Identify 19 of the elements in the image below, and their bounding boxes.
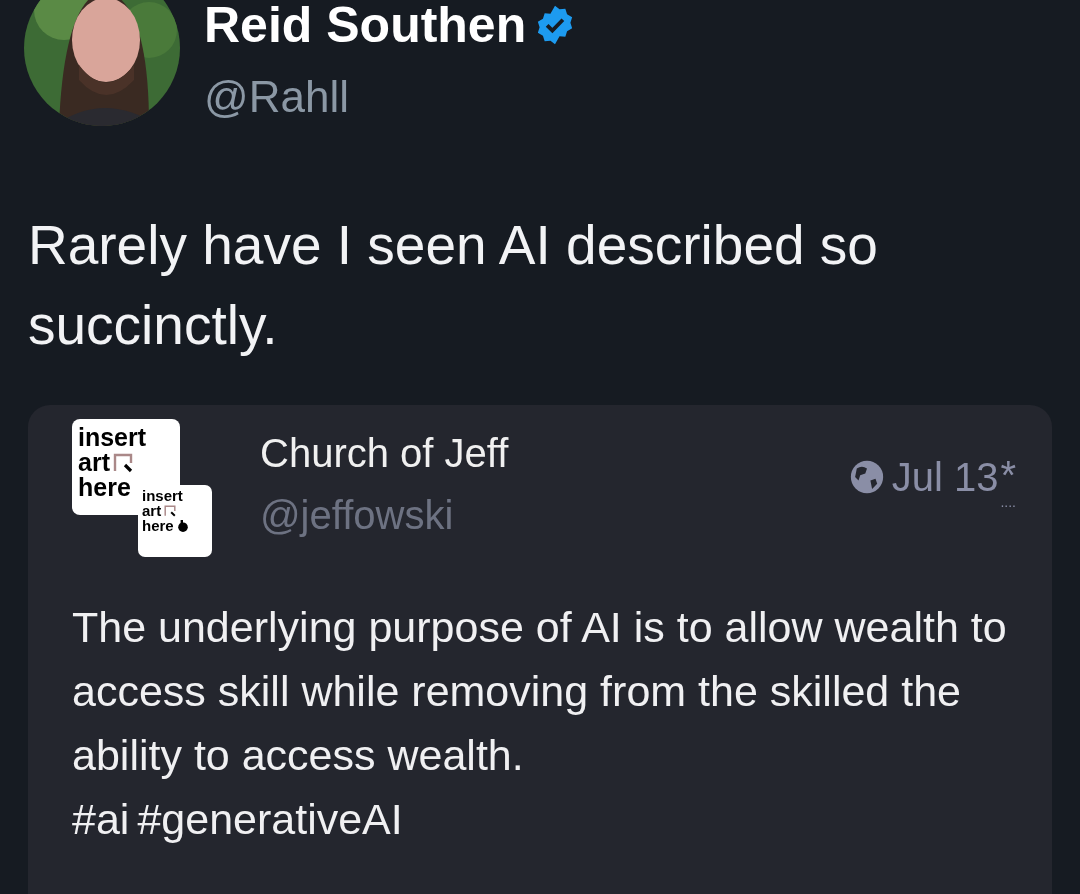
logo-text: art [142,503,162,518]
quoted-author-name: Church of Jeff [260,430,510,477]
logo-text: art [78,450,110,475]
author-handle: @Rahll [204,71,350,123]
frame-icon [164,504,177,517]
frame-icon [112,452,133,473]
logo-text: insert [78,425,147,450]
logo-text: here [78,475,131,500]
logo-text: insert [142,488,183,503]
author-name: Reid Southen [204,0,527,50]
logo-text: here [142,518,174,533]
hashtag-link[interactable]: #generativeAI [137,787,403,851]
pointer-hand-icon [176,519,189,532]
quoted-post-text: The underlying purpose of AI is to allow wealth to access skill while removing from the skilled the ability to access wealth. [72,602,1008,781]
post-date: Jul 13 [891,454,999,501]
quoted-author-handle: @jeffowski [260,492,455,539]
globe-icon [849,460,884,494]
post-text: Rarely have I seen AI described so succinctly. [28,213,879,358]
hashtag-link[interactable]: #ai [72,787,130,851]
